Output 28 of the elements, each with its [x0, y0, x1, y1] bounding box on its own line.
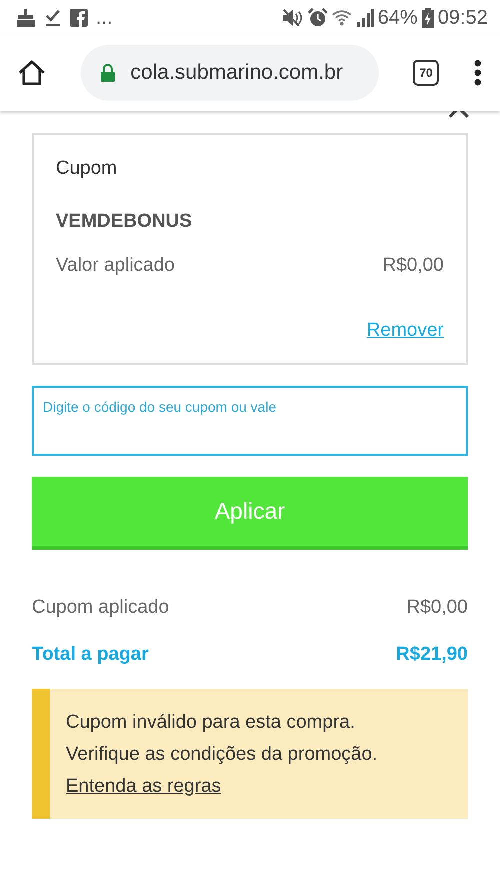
- applied-value-label: Valor aplicado: [56, 254, 176, 278]
- battery-percent: 64%: [378, 6, 418, 30]
- summary-value: R$21,90: [396, 642, 468, 666]
- coupon-code-field[interactable]: Digite o código do seu cupom ou vale: [32, 386, 468, 456]
- alert-message: Verifique as condições da promoção.: [66, 744, 378, 765]
- broom-icon: [16, 8, 36, 26]
- download-done-icon: [44, 8, 62, 26]
- tab-count-button[interactable]: 70: [413, 60, 440, 86]
- home-icon[interactable]: [18, 60, 46, 86]
- more-notifications-text: ...: [96, 6, 113, 30]
- more-menu-icon[interactable]: [474, 60, 482, 86]
- address-bar[interactable]: cola.submarino.com.br: [80, 45, 379, 101]
- lock-icon: [100, 64, 115, 82]
- battery-charging-icon: [422, 8, 434, 28]
- clock-time: 09:52: [438, 6, 488, 30]
- alert-message: Cupom inválido para esta compra.: [66, 712, 356, 733]
- signal-icon: [356, 8, 374, 26]
- coupon-heading: Cupom: [56, 157, 118, 181]
- app-notification-icon: [70, 8, 88, 26]
- rules-link[interactable]: Entenda as regras: [66, 776, 222, 797]
- wifi-icon: [332, 8, 352, 26]
- mute-icon: [282, 8, 304, 26]
- summary-label: Cupom aplicado: [32, 596, 170, 620]
- summary-value: R$0,00: [406, 596, 468, 620]
- summary-label: Total a pagar: [32, 642, 149, 666]
- applied-value: R$0,00: [382, 254, 444, 278]
- alarm-icon: [308, 8, 328, 28]
- coupon-code: VEMDEBONUS: [56, 210, 194, 234]
